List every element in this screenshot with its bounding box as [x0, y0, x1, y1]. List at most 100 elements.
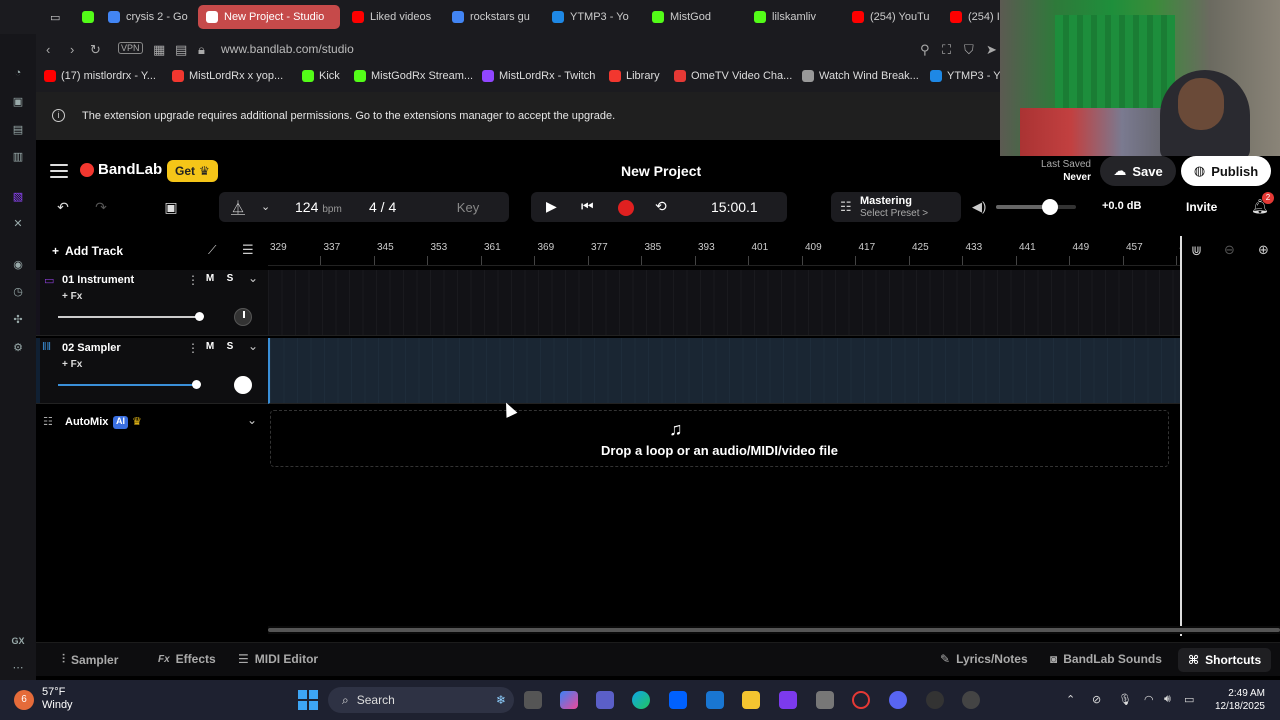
timeline-ruler[interactable]: 329 337 345 353 361 369 377 385 393 401 409 417 425 4… [268, 236, 1180, 266]
bpm-input[interactable]: 124 bpm [295, 199, 342, 215]
horizontal-scrollbar[interactable] [268, 626, 1280, 634]
mastering-button[interactable]: ☷ Mastering Select Preset > [831, 192, 961, 222]
track-volume-slider[interactable] [58, 312, 204, 321]
bookmark-item[interactable]: YTMP3 - Yo [930, 70, 1006, 82]
master-volume-slider[interactable] [996, 199, 1076, 215]
opera-gx-taskbar-icon[interactable] [852, 691, 870, 709]
project-title[interactable]: New Project [621, 163, 701, 179]
edge-icon[interactable] [632, 691, 650, 709]
microphone-icon[interactable]: 🎙︎ [1118, 693, 1132, 706]
network-off-icon[interactable]: ⊘ [1092, 693, 1101, 706]
midi-editor-tab[interactable]: ☰ MIDI Editor [238, 652, 318, 666]
key-button[interactable]: Key [427, 192, 509, 222]
bookmark-item[interactable]: OmeTV Video Cha... [674, 70, 792, 82]
toggle-panel-button[interactable]: ▣ [154, 192, 188, 222]
tab-view-icon[interactable]: ▦ [153, 42, 165, 58]
flow-icon[interactable]: ◔ [9, 64, 27, 82]
url-text[interactable]: www.bandlab.com/studio [221, 42, 354, 56]
tracks-settings-icon[interactable]: ☰ [242, 242, 254, 258]
solo-button[interactable]: S [222, 273, 238, 287]
magnet-icon[interactable]: ⋓ [1191, 243, 1202, 259]
bookmark-item[interactable]: MistLordRx - Twitch [482, 70, 595, 82]
scrollbar-thumb[interactable] [268, 628, 1280, 632]
file-explorer-icon[interactable] [742, 691, 760, 709]
battery-icon[interactable]: ▭ [1184, 693, 1194, 706]
bandlab-sounds-tab[interactable]: ◙ BandLab Sounds [1050, 652, 1162, 666]
get-membership-button[interactable]: Get ♛ [167, 160, 218, 182]
effects-tab[interactable]: Fx Effects [158, 652, 216, 666]
copilot-icon[interactable] [560, 691, 578, 709]
track-volume-slider[interactable] [58, 380, 201, 389]
media-player-icon[interactable] [962, 691, 980, 709]
bookmark-item[interactable]: Library [609, 70, 660, 82]
teams-icon[interactable] [596, 691, 614, 709]
send-icon[interactable]: ➤ [986, 42, 997, 58]
tab-3[interactable]: rockstars gu [444, 5, 538, 29]
mute-button[interactable]: M [202, 341, 218, 355]
drop-zone[interactable]: ♫ Drop a loop or an audio/MIDI/video fil… [270, 410, 1169, 467]
task-view-icon[interactable] [524, 691, 542, 709]
tab-6[interactable]: lilskamliv [746, 5, 840, 29]
tab-0[interactable]: crysis 2 - Go [100, 5, 194, 29]
settings-gear-icon[interactable]: ⚙ [9, 338, 27, 356]
skip-back-icon[interactable]: ⏮ [581, 198, 594, 215]
tab-7[interactable]: (254) YouTu [844, 5, 938, 29]
bookmark-item[interactable]: MistLordRx x yop... [172, 70, 283, 82]
twitch-icon[interactable]: ▧ [9, 187, 27, 205]
chevron-down-icon[interactable]: ⌄ [248, 271, 258, 285]
back-icon[interactable]: ‹ [46, 42, 50, 57]
track-lane-instrument[interactable] [268, 270, 1180, 336]
zoom-in-icon[interactable]: ⊕ [1258, 242, 1269, 258]
solo-button[interactable]: S [222, 341, 238, 355]
weather-icon[interactable]: 6 [14, 690, 34, 710]
reload-icon[interactable]: ↻ [90, 42, 101, 58]
tab-4[interactable]: YTMP3 - Yo [544, 5, 638, 29]
extensions-puzzle-icon[interactable]: ✣ [9, 310, 27, 328]
shortcuts-button[interactable]: ⌘ Shortcuts [1178, 648, 1272, 672]
redo-button[interactable]: ↷ [84, 192, 118, 222]
track-name[interactable]: 01 Instrument [62, 274, 134, 286]
more-icon[interactable]: ⋯ [9, 658, 27, 676]
chevron-down-icon[interactable]: ⌄ [247, 413, 257, 427]
wand-icon[interactable]: ⟋ [208, 243, 216, 258]
sampler-tab[interactable]: ⫶ Sampler [62, 652, 118, 667]
bookmark-item[interactable]: MistGodRx Stream... [354, 70, 473, 82]
bookmark-item[interactable]: Kick [302, 70, 340, 82]
track-volume-knob[interactable] [194, 312, 204, 321]
dropbox-icon[interactable] [669, 691, 687, 709]
master-volume-knob[interactable] [1042, 199, 1059, 215]
pan-knob[interactable] [234, 308, 252, 326]
wifi-icon[interactable]: ◠ [1144, 693, 1154, 706]
speaker-icon[interactable]: 🔊︎ [1164, 693, 1171, 706]
messenger-icon[interactable]: ▥ [9, 147, 27, 165]
player-icon[interactable]: ◉ [9, 255, 27, 273]
discord-icon[interactable] [889, 691, 907, 709]
track-name[interactable]: 02 Sampler [62, 342, 121, 354]
save-button[interactable]: ☁ Save [1100, 156, 1176, 186]
x-icon[interactable]: ✕ [9, 214, 27, 232]
taskbar-clock[interactable]: 2:49 AM 12/18/2025 [1205, 687, 1265, 713]
lyrics-notes-tab[interactable]: ✎ Lyrics/Notes [940, 652, 1028, 666]
bandlab-logo[interactable]: BandLab [80, 161, 162, 178]
automix-row[interactable]: ☷ AutoMix AI ♛ ⌄ [36, 412, 268, 434]
tab-kick-icon[interactable] [74, 5, 96, 29]
outlook-icon[interactable] [706, 691, 724, 709]
track-header-instrument[interactable]: ▭ 01 Instrument + Fx ⋮ M S ⌄ [36, 270, 268, 336]
chevron-down-icon[interactable]: ⌄ [248, 339, 258, 353]
metronome-icon[interactable]: ⏅ [231, 198, 245, 218]
tab-2[interactable]: Liked videos [344, 5, 438, 29]
publish-button[interactable]: ◍ Publish [1181, 156, 1271, 186]
menu-icon[interactable] [50, 164, 68, 178]
camera-icon[interactable] [816, 691, 834, 709]
mute-button[interactable]: M [202, 273, 218, 287]
loop-icon[interactable]: ⟲ [655, 198, 667, 215]
track-volume-knob[interactable] [191, 380, 201, 389]
more-vertical-icon[interactable]: ⋮ [187, 341, 199, 355]
pin-icon[interactable]: ⚲ [920, 42, 930, 58]
tray-chevron-icon[interactable]: ⌃ [1066, 693, 1075, 706]
record-button[interactable] [618, 200, 634, 216]
volume-icon[interactable]: ◀︎) [972, 199, 986, 215]
tab-1[interactable]: New Project - Studio [198, 5, 340, 29]
play-icon[interactable]: ▶ [546, 198, 557, 215]
app-icon[interactable] [926, 691, 944, 709]
